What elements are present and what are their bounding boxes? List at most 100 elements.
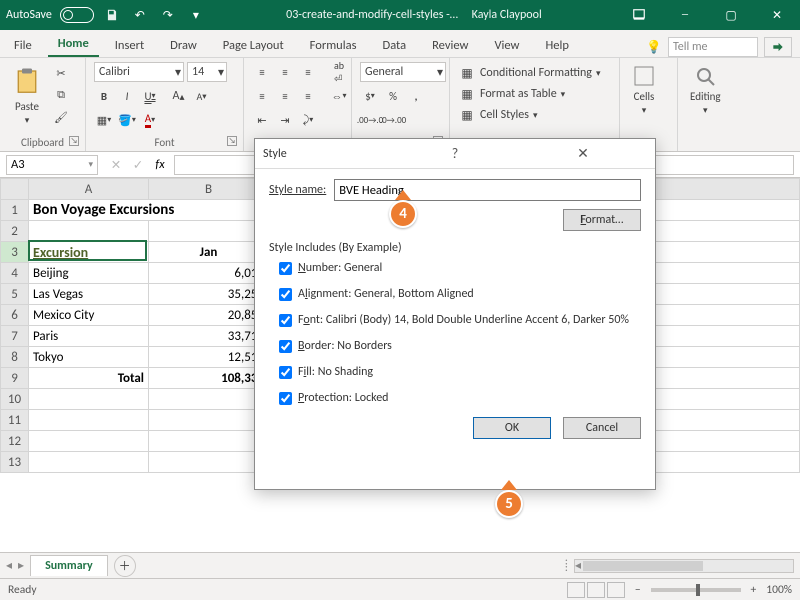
zoom-slider[interactable] xyxy=(651,588,741,592)
minimize-button[interactable]: ─ xyxy=(662,0,708,30)
new-sheet-button[interactable]: ＋ xyxy=(114,555,136,577)
align-middle-icon[interactable]: ≡ xyxy=(275,62,295,82)
cell[interactable]: 20,850 xyxy=(149,305,269,326)
row-header[interactable]: 9 xyxy=(1,368,29,389)
cell[interactable] xyxy=(149,452,269,473)
cell[interactable]: Jan xyxy=(149,242,269,263)
sheet-nav-prev-icon[interactable]: ◂ xyxy=(6,558,12,573)
row-header[interactable]: 1 xyxy=(1,200,29,221)
tab-split-icon[interactable]: ⁞ xyxy=(565,559,568,573)
fill-color-icon[interactable]: 🪣▾ xyxy=(117,110,137,130)
borders-icon[interactable]: ▦▾ xyxy=(94,110,114,130)
bold-button[interactable]: B xyxy=(94,86,114,106)
cell[interactable] xyxy=(29,389,149,410)
row-header[interactable]: 2 xyxy=(1,221,29,242)
row-header[interactable]: 3 xyxy=(1,242,29,263)
row-header[interactable]: 5 xyxy=(1,284,29,305)
cell[interactable] xyxy=(29,410,149,431)
decrease-indent-icon[interactable]: ⇤ xyxy=(252,110,272,130)
page-break-view-icon[interactable] xyxy=(607,582,625,598)
undo-icon[interactable]: ↶ xyxy=(130,5,150,25)
align-bottom-icon[interactable]: ≡ xyxy=(298,62,318,82)
font-color-icon[interactable]: A▾ xyxy=(140,110,160,130)
tab-page-layout[interactable]: Page Layout xyxy=(213,34,294,57)
increase-font-icon[interactable]: A▴ xyxy=(169,86,189,106)
normal-view-icon[interactable] xyxy=(567,582,585,598)
cells-button[interactable]: Cells▾ xyxy=(628,62,660,118)
cell[interactable]: Paris xyxy=(29,326,149,347)
cell[interactable]: Excursion xyxy=(29,242,149,263)
tab-draw[interactable]: Draw xyxy=(160,34,207,57)
align-left-icon[interactable]: ≡ xyxy=(252,86,272,106)
qat-dropdown-icon[interactable]: ▾ xyxy=(186,5,206,25)
cell[interactable] xyxy=(149,389,269,410)
dialog-close-icon[interactable]: ✕ xyxy=(519,145,647,162)
style-name-input[interactable] xyxy=(334,179,641,201)
zoom-out-button[interactable]: − xyxy=(635,583,641,597)
include-border-checkbox[interactable]: Border: No Borders xyxy=(279,339,641,353)
maximize-button[interactable]: ▢ xyxy=(708,0,754,30)
align-center-icon[interactable]: ≡ xyxy=(275,86,295,106)
cell[interactable] xyxy=(29,452,149,473)
ribbon-options-icon[interactable] xyxy=(616,0,662,30)
include-fill-checkbox[interactable]: Fill: No Shading xyxy=(279,365,641,379)
editing-button[interactable]: Editing▾ xyxy=(686,62,725,118)
row-header[interactable]: 10 xyxy=(1,389,29,410)
cell[interactable] xyxy=(149,410,269,431)
row-header[interactable]: 13 xyxy=(1,452,29,473)
merge-center-icon[interactable]: ⇔▾ xyxy=(329,86,349,106)
tell-me-box[interactable]: Tell me xyxy=(668,37,758,57)
cell[interactable]: 33,710 xyxy=(149,326,269,347)
cell[interactable] xyxy=(149,431,269,452)
decrease-decimal-icon[interactable]: .0→.00 xyxy=(383,110,403,130)
increase-indent-icon[interactable]: ⇥ xyxy=(275,110,295,130)
font-name-select[interactable]: Calibri▾ xyxy=(94,62,184,82)
cancel-button[interactable]: Cancel xyxy=(563,417,641,439)
sheet-nav-next-icon[interactable]: ▸ xyxy=(18,558,24,573)
include-number-checkbox[interactable]: Number: General xyxy=(279,261,641,275)
horizontal-scrollbar[interactable]: ◂ xyxy=(574,559,794,573)
sheet-tab-summary[interactable]: Summary xyxy=(30,555,108,576)
cell[interactable]: Las Vegas xyxy=(29,284,149,305)
col-header-B[interactable]: B xyxy=(149,179,269,200)
copy-icon[interactable]: ⧉ xyxy=(52,86,70,104)
tab-formulas[interactable]: Formulas xyxy=(300,34,367,57)
share-button[interactable] xyxy=(764,37,792,57)
cut-icon[interactable]: ✂ xyxy=(52,64,70,82)
cell[interactable]: 12,510 xyxy=(149,347,269,368)
accounting-format-icon[interactable]: $▾ xyxy=(360,86,380,106)
page-layout-view-icon[interactable] xyxy=(587,582,605,598)
include-font-checkbox[interactable]: Font: Calibri (Body) 14, Bold Double Und… xyxy=(279,313,641,327)
cell[interactable]: Mexico City xyxy=(29,305,149,326)
save-icon[interactable] xyxy=(102,5,122,25)
tab-review[interactable]: Review xyxy=(422,34,478,57)
cell[interactable]: 6,010 xyxy=(149,263,269,284)
include-protection-checkbox[interactable]: Protection: Locked xyxy=(279,391,641,405)
cancel-formula-icon[interactable]: ✕ xyxy=(106,155,126,175)
select-all-cell[interactable] xyxy=(1,179,29,200)
conditional-formatting-button[interactable]: ▦Conditional Formatting▾ xyxy=(458,64,600,82)
cell[interactable]: 108,330 xyxy=(149,368,269,389)
col-header-A[interactable]: A xyxy=(29,179,149,200)
row-header[interactable]: 7 xyxy=(1,326,29,347)
cell[interactable] xyxy=(149,221,269,242)
clipboard-launcher-icon[interactable]: ↘ xyxy=(69,136,79,146)
tab-home[interactable]: Home xyxy=(48,32,99,57)
paste-button[interactable]: Paste▾ xyxy=(8,62,46,128)
row-header[interactable]: 8 xyxy=(1,347,29,368)
cell[interactable] xyxy=(29,431,149,452)
row-header[interactable]: 6 xyxy=(1,305,29,326)
underline-button[interactable]: U▾ xyxy=(140,86,160,106)
align-top-icon[interactable]: ≡ xyxy=(252,62,272,82)
cell[interactable]: Bon Voyage Excursions xyxy=(29,200,269,221)
font-launcher-icon[interactable]: ↘ xyxy=(227,136,237,146)
ok-button[interactable]: OK xyxy=(473,417,551,439)
decrease-font-icon[interactable]: A▾ xyxy=(192,86,212,106)
tab-help[interactable]: Help xyxy=(536,34,579,57)
wrap-text-icon[interactable]: ab⏎ xyxy=(329,62,349,82)
tab-data[interactable]: Data xyxy=(373,34,417,57)
tab-view[interactable]: View xyxy=(484,34,529,57)
row-header[interactable]: 11 xyxy=(1,410,29,431)
cell[interactable]: 35,250 xyxy=(149,284,269,305)
format-button[interactable]: FFormat… xyxy=(563,209,641,231)
